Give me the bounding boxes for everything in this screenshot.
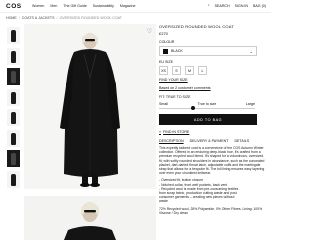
product-main-image[interactable]: ♡ bbox=[24, 24, 156, 189]
nav-women[interactable]: Women bbox=[32, 4, 44, 8]
search-link[interactable]: SEARCH bbox=[215, 4, 230, 8]
search-icon[interactable]: ⌕ bbox=[208, 3, 210, 8]
heart-icon[interactable]: ♡ bbox=[147, 28, 152, 35]
coat-model-figure-2 bbox=[64, 202, 116, 240]
nav-magazine[interactable]: Magazine bbox=[120, 4, 136, 8]
thumbnail-6[interactable] bbox=[7, 129, 20, 147]
tab-description[interactable]: DESCRIPTION bbox=[159, 139, 184, 143]
nav-men[interactable]: Men bbox=[50, 4, 57, 8]
colour-value: BLACK bbox=[171, 49, 183, 53]
fit-true: True to size bbox=[197, 102, 217, 106]
bag-link[interactable]: BAG (0) bbox=[253, 4, 266, 8]
nav-gift-guide[interactable]: The Gift Guide bbox=[63, 4, 86, 8]
thumbnail-strip bbox=[7, 27, 20, 191]
breadcrumb-current: OVERSIZED ROUNDED WOOL COAT bbox=[59, 16, 122, 20]
sign-in-link[interactable]: SIGN IN bbox=[235, 4, 248, 8]
reviews-link[interactable]: Based on 2 customer comments bbox=[159, 86, 265, 90]
main-nav: Women Men The Gift Guide Sustainability … bbox=[32, 4, 135, 8]
tab-delivery-payment[interactable]: DELIVERY & PAYMENT bbox=[190, 139, 229, 143]
size-m[interactable]: M bbox=[185, 66, 194, 75]
coat-model-figure bbox=[60, 33, 120, 187]
size-s[interactable]: S bbox=[172, 66, 181, 75]
product-info-panel: OVERSIZED ROUNDED WOOL COAT £270 COLOUR … bbox=[159, 24, 265, 215]
fit-indicator bbox=[191, 106, 195, 110]
fit-large: Large bbox=[245, 102, 255, 106]
brand-logo[interactable]: COS bbox=[6, 3, 30, 10]
product-price: £270 bbox=[159, 31, 168, 36]
size-label: EU SIZE bbox=[159, 60, 173, 64]
fit-scale-labels: Small True to size Large bbox=[159, 102, 255, 106]
composition: 72% Recycled wool, 28% Polyamide, 0% Oth… bbox=[159, 206, 263, 215]
thumbnail-3[interactable] bbox=[7, 68, 20, 85]
thumbnail-8[interactable] bbox=[7, 170, 20, 188]
tab-details[interactable]: DETAILS bbox=[234, 139, 249, 143]
add-to-bag-button[interactable]: ADD TO BAG bbox=[159, 114, 257, 125]
find-in-store-link[interactable]: ⌖ FIND IN STORE bbox=[159, 130, 265, 134]
product-description: This expertly tailored coat is a corners… bbox=[159, 146, 265, 176]
thumbnail-1[interactable] bbox=[7, 27, 20, 44]
size-xs[interactable]: XS bbox=[159, 66, 168, 75]
thumbnail-4[interactable] bbox=[7, 88, 20, 106]
breadcrumb-separator: / bbox=[56, 16, 58, 20]
colour-select[interactable]: BLACK ⌄ bbox=[159, 46, 257, 56]
nav-sustainability[interactable]: Sustainability bbox=[93, 4, 114, 8]
colour-swatch bbox=[163, 48, 168, 54]
fit-small: Small bbox=[159, 102, 168, 106]
product-bullets: - Oversized fit, button closure - Notche… bbox=[159, 178, 265, 203]
fit-scale-bar bbox=[159, 106, 255, 110]
thumbnail-7[interactable] bbox=[7, 150, 20, 167]
find-size-link[interactable]: FIND YOUR SIZE bbox=[159, 78, 265, 82]
colour-label: COLOUR bbox=[159, 40, 175, 44]
info-tabs: DESCRIPTION DELIVERY & PAYMENT DETAILS bbox=[159, 139, 265, 143]
pin-icon: ⌖ bbox=[159, 130, 162, 134]
thumbnail-5[interactable] bbox=[7, 109, 20, 126]
size-options: XS S M L bbox=[159, 66, 265, 75]
breadcrumb-coats[interactable]: COATS & JACKETS bbox=[22, 16, 55, 20]
breadcrumb: HOME / COATS & JACKETS / OVERSIZED ROUND… bbox=[6, 16, 122, 20]
thumbnail-2[interactable] bbox=[7, 47, 20, 65]
product-secondary-image[interactable] bbox=[24, 196, 156, 240]
size-l[interactable]: L bbox=[198, 66, 207, 75]
breadcrumb-separator: / bbox=[18, 16, 20, 20]
bullet-line: waste bbox=[159, 199, 168, 204]
top-navigation: COS Women Men The Gift Guide Sustainabil… bbox=[0, 0, 271, 13]
breadcrumb-home[interactable]: HOME bbox=[6, 16, 17, 20]
header-tools: ⌕ SEARCH SIGN IN BAG (0) bbox=[208, 3, 266, 8]
fit-title: FIT: TRUE TO SIZE bbox=[159, 95, 191, 99]
chevron-down-icon: ⌄ bbox=[249, 48, 253, 54]
product-title: OVERSIZED ROUNDED WOOL COAT bbox=[159, 24, 234, 29]
find-in-store-label: FIND IN STORE bbox=[163, 130, 190, 134]
